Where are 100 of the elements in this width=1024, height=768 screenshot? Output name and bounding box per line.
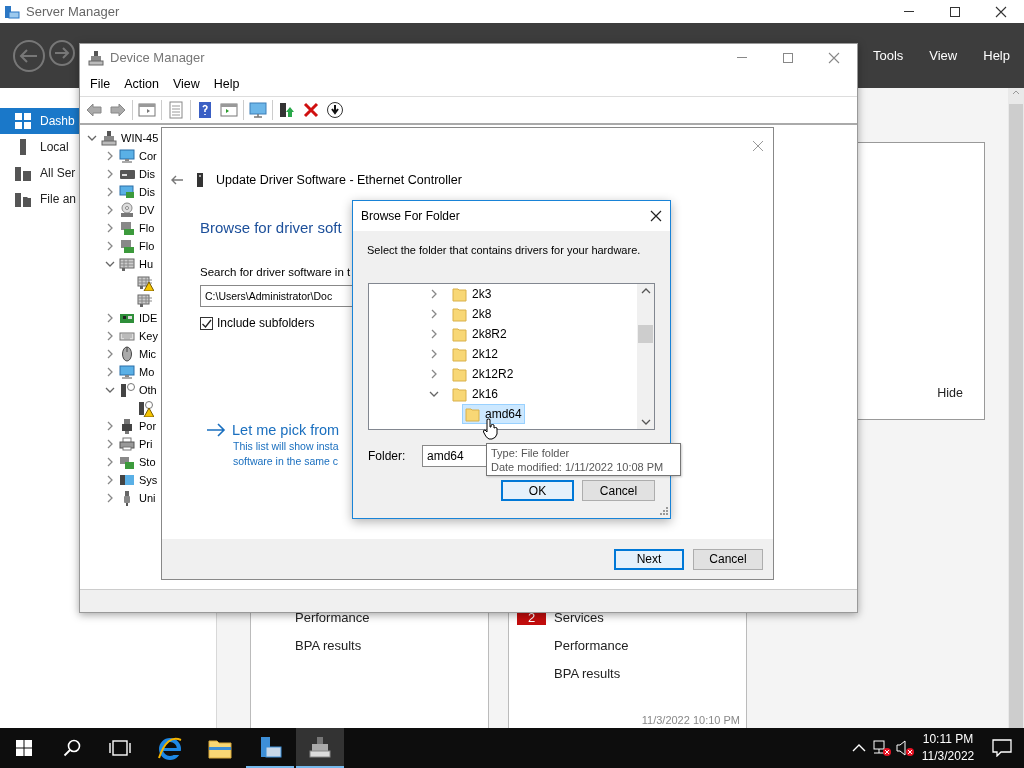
scrollbar[interactable] [637,284,654,429]
tree-item[interactable]: Mic [139,348,157,360]
sidebar-item[interactable]: Local [0,134,79,160]
dialog-button[interactable]: Cancel [582,480,655,501]
menu-item[interactable]: Action [118,76,165,91]
sidebar-item[interactable]: Dashb [0,108,79,134]
field-label: Search for driver software in t [200,266,352,278]
hide-link[interactable]: Hide [937,386,963,400]
close-button[interactable] [650,210,662,222]
timestamp: 11/3/2022 10:10 PM [641,714,740,726]
tree-item[interactable]: 2k8R2 [450,325,509,343]
option-description: This list will show insta [233,439,339,454]
dialog-title: Update Driver Software - Ethernet Controller [216,173,462,187]
tile-link[interactable]: Services [554,609,604,625]
sidebar-item[interactable]: File an [0,186,79,212]
tree-item[interactable]: IDE [139,312,158,324]
tree-item[interactable]: Key [139,330,158,342]
sidebar-item[interactable]: All Ser [0,160,79,186]
scroll-thumb[interactable] [638,324,653,343]
tree-item[interactable]: 2k12R2 [450,365,516,383]
tree-item[interactable]: 2k8 [450,305,494,323]
speaker-muted-icon[interactable] [894,739,915,757]
device-icon [196,172,204,188]
tree-item[interactable]: Sto [139,456,156,468]
chevron-up-icon[interactable] [851,743,866,753]
tree-item[interactable]: Uni [139,492,156,504]
forward-button[interactable] [48,38,76,67]
tree-item[interactable]: Cor [139,150,157,162]
dialog-button[interactable]: Cancel [693,548,763,570]
forward-arrow-icon[interactable] [109,101,127,119]
task-view-icon[interactable] [109,739,131,757]
tree-item[interactable]: Flo [139,222,155,234]
driver-update-icon[interactable] [278,101,296,119]
tooltip-line: Date modified: 1/11/2022 10:08 PM [491,459,665,474]
network-error-icon[interactable] [871,739,892,757]
tree-item[interactable]: 2k12 [450,345,501,363]
path-field[interactable]: C:\Users\Administrator\Doc [200,285,353,307]
tree-item[interactable]: WIN-45 [121,132,159,144]
folder-icon [452,306,467,322]
tree-item[interactable]: Dis [139,186,155,198]
folder-icon [452,286,467,302]
checkbox[interactable] [200,316,213,330]
tile-link[interactable]: Performance [554,637,629,653]
close-button[interactable] [995,5,1007,18]
dialog-button[interactable]: OK [501,480,574,501]
scroll-up-icon [1011,88,1021,96]
menu-item[interactable]: Help [983,48,1010,63]
printer-icon [119,435,136,453]
disc-drive-icon [119,201,136,219]
maximize-button[interactable] [949,5,961,18]
device-manager-icon [307,735,333,759]
start-button[interactable] [16,740,32,756]
notification-icon[interactable] [992,739,1012,757]
menu-item[interactable]: View [166,76,206,91]
drive-board-icon [119,237,136,255]
taskbar-app-button[interactable] [296,728,344,768]
monitor-scan-icon[interactable] [249,101,267,119]
tree-item[interactable]: DV [139,204,155,216]
pane-play-icon[interactable] [220,101,238,119]
back-arrow-icon[interactable] [85,101,103,119]
back-button[interactable] [12,38,46,73]
pane-icon[interactable] [138,101,156,119]
tree-item[interactable]: 2k16 [450,385,501,403]
clock-time[interactable]: 10:11 PM [922,731,974,748]
computer-icon [101,129,118,147]
unknown-device-icon [119,381,136,399]
tree-item[interactable]: Por [139,420,157,432]
option-link[interactable]: Let me pick from [232,422,340,438]
tree-item[interactable]: Flo [139,240,155,252]
browser-icon [157,736,183,760]
menu-item[interactable]: File [84,76,117,91]
resize-grip-icon[interactable] [660,507,668,515]
servers-icon [14,164,32,182]
tile-link[interactable]: BPA results [295,637,362,653]
tree-item[interactable]: Dis [139,168,155,180]
menu-item[interactable]: Tools [872,48,904,63]
dialog-button[interactable]: Next [614,548,684,570]
tree-item[interactable]: Oth [139,384,157,396]
tree-item[interactable]: Mo [139,366,155,378]
option-description: software in the same c [233,454,339,469]
tree-item[interactable]: Pri [139,438,153,450]
download-icon[interactable] [326,101,344,119]
tile-link[interactable]: Performance [295,609,370,625]
back-arrow-icon[interactable] [170,174,184,186]
tooltip-line: Type: File folder [491,445,571,460]
tree-item[interactable]: 2k3 [450,285,494,303]
scroll-down-icon [640,418,651,426]
help-icon[interactable] [196,101,214,119]
tree-item[interactable]: Hu [139,258,154,270]
tile-link[interactable]: BPA results [554,665,621,681]
menu-item[interactable]: Help [207,76,246,91]
menu-item[interactable]: View [929,48,958,63]
delete-icon[interactable] [302,101,320,119]
search-icon[interactable] [63,739,81,757]
monitor-icon [119,363,136,381]
clock-date[interactable]: 11/3/2022 [921,748,975,765]
tree-item[interactable]: amd64 [463,405,524,423]
folder-icon [465,406,480,422]
tree-item[interactable]: Sys [139,474,158,486]
scroll-up-icon [640,287,651,295]
